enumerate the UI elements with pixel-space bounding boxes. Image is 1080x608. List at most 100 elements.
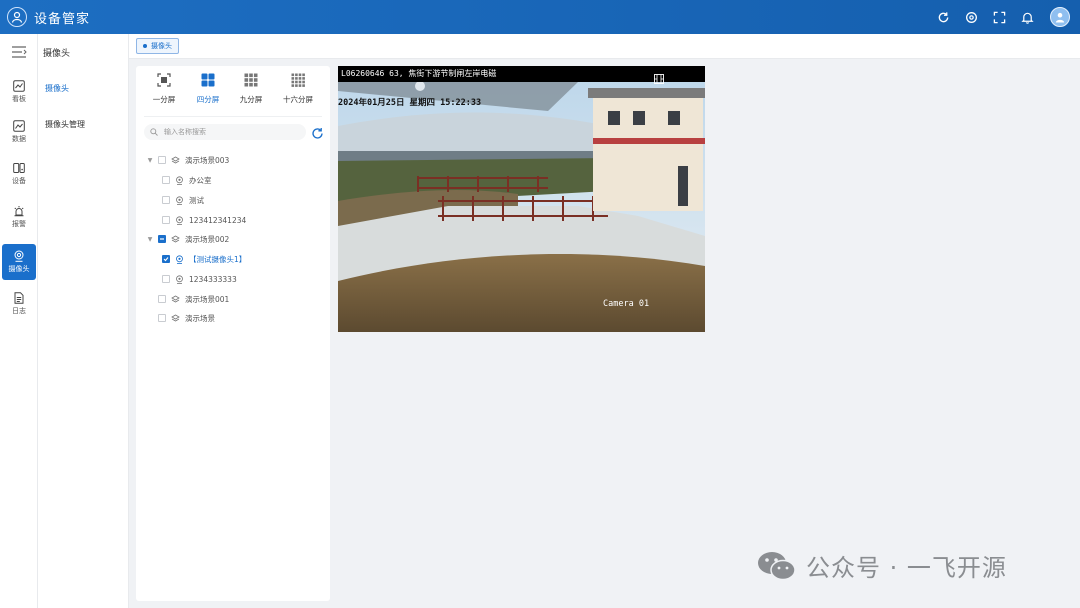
layout-four-button[interactable]: 四分屏 bbox=[186, 70, 230, 110]
tree-node-label: 测试 bbox=[189, 195, 204, 205]
expand-caret-icon[interactable]: ▼ bbox=[146, 157, 154, 164]
tree-checkbox[interactable] bbox=[162, 176, 170, 184]
layout-label: 十六分屏 bbox=[283, 95, 313, 104]
layout-nine-button[interactable]: 九分屏 bbox=[229, 70, 273, 110]
user-logo-icon bbox=[11, 11, 23, 23]
layout-label: 四分屏 bbox=[196, 95, 220, 104]
rail-item-label: 数据 bbox=[12, 135, 26, 143]
tree-node-label: 办公室 bbox=[189, 175, 212, 185]
tree-refresh-icon[interactable] bbox=[311, 125, 324, 139]
search-box bbox=[144, 124, 306, 140]
tab-active-dot bbox=[143, 44, 147, 48]
video-title: L06260646 63, 焦街下游节制闸左岸电磁 bbox=[341, 69, 497, 78]
scene-icon bbox=[171, 156, 180, 165]
camera-tree-panel: 一分屏 四分屏 九分屏 十六分屏 ▼ 演示场景003 办公室 bbox=[136, 66, 330, 601]
header-toolbar bbox=[934, 0, 1070, 34]
tree-checkbox[interactable] bbox=[162, 216, 170, 224]
tree-checkbox[interactable] bbox=[158, 295, 166, 303]
tree-node-camera-test-1[interactable]: 【测试摄像头1】 bbox=[158, 252, 246, 266]
tree-node-label: 1234333333 bbox=[189, 274, 237, 284]
alarm-icon bbox=[14, 206, 24, 217]
tree-checkbox[interactable] bbox=[158, 314, 166, 322]
tree-node-label: 演示场景003 bbox=[185, 155, 230, 165]
rail-item-data[interactable]: 数据 bbox=[2, 114, 36, 150]
tree-node-scene[interactable]: 演示场景 bbox=[154, 311, 215, 325]
tree-node-scene-002[interactable]: ▼ 演示场景002 bbox=[146, 232, 230, 246]
film-icon[interactable] bbox=[654, 69, 664, 84]
icon-rail: 看板 数据 设备 报警 摄像头 日志 bbox=[0, 34, 38, 608]
submenu-panel: 摄像头 摄像头 摄像头管理 bbox=[38, 34, 129, 608]
scene-icon bbox=[171, 295, 180, 304]
video-timestamp: 2024年01月25日 星期四 15:22:33 bbox=[338, 98, 482, 108]
submenu-item-camera[interactable]: 摄像头 bbox=[45, 83, 69, 94]
refresh-icon[interactable] bbox=[934, 8, 952, 26]
tree-node-scene-003[interactable]: ▼ 演示场景003 bbox=[146, 153, 230, 167]
tab-bar: 摄像头 bbox=[129, 34, 1080, 59]
four-screen-icon bbox=[201, 73, 215, 87]
layout-sixteen-button[interactable]: 十六分屏 bbox=[276, 70, 320, 110]
tree-checkbox-checked[interactable] bbox=[162, 255, 170, 263]
app-logo bbox=[7, 7, 27, 27]
settings-icon[interactable] bbox=[962, 8, 980, 26]
tab-label: 摄像头 bbox=[151, 42, 172, 50]
tree-node-label: 演示场景 bbox=[185, 313, 215, 323]
tree-node-camera-123412341234[interactable]: 123412341234 bbox=[158, 213, 246, 227]
bell-icon[interactable] bbox=[1018, 8, 1036, 26]
rail-item-camera[interactable]: 摄像头 bbox=[2, 244, 36, 280]
tree-node-camera-1234333333[interactable]: 1234333333 bbox=[158, 272, 237, 286]
log-icon bbox=[14, 292, 24, 304]
tree-node-label: 123412341234 bbox=[189, 215, 247, 225]
camera-icon bbox=[175, 274, 184, 284]
rail-item-label: 日志 bbox=[12, 307, 26, 315]
video-camera-label: Camera 01 bbox=[603, 299, 650, 309]
tree-checkbox-partial[interactable] bbox=[158, 235, 166, 243]
camera-icon bbox=[175, 195, 184, 205]
layout-single-button[interactable]: 一分屏 bbox=[142, 70, 186, 110]
wechat-watermark: 公众号 · 一飞开源 bbox=[756, 548, 1007, 583]
camera-icon bbox=[175, 175, 184, 185]
camera-icon bbox=[175, 215, 184, 225]
fullscreen-icon[interactable] bbox=[990, 8, 1008, 26]
tree-node-scene-001[interactable]: 演示场景001 bbox=[154, 292, 229, 306]
scene-icon bbox=[171, 235, 180, 244]
tree-checkbox[interactable] bbox=[158, 156, 166, 164]
rail-item-label: 看板 bbox=[12, 95, 26, 103]
single-screen-icon bbox=[157, 73, 171, 87]
checkmark-icon bbox=[163, 257, 169, 262]
search-icon bbox=[150, 128, 158, 136]
chart-line-icon bbox=[13, 80, 25, 92]
layout-label: 九分屏 bbox=[239, 95, 263, 104]
tree-node-label: 【测试摄像头1】 bbox=[189, 254, 247, 264]
device-icon bbox=[13, 163, 25, 173]
tree-node-label: 演示场景002 bbox=[185, 234, 230, 244]
rail-item-alarm[interactable]: 报警 bbox=[2, 199, 36, 235]
camera-icon bbox=[14, 250, 24, 262]
user-avatar[interactable] bbox=[1050, 7, 1070, 27]
rail-item-label: 报警 bbox=[12, 220, 26, 228]
app-header: 设备管家 bbox=[0, 0, 1080, 34]
layout-selector: 一分屏 四分屏 九分屏 十六分屏 bbox=[136, 70, 330, 110]
expand-caret-icon[interactable]: ▼ bbox=[146, 236, 154, 243]
nine-screen-icon bbox=[244, 73, 258, 87]
tree-node-camera-office[interactable]: 办公室 bbox=[158, 173, 212, 187]
wechat-icon bbox=[756, 551, 798, 581]
video-player-tile[interactable]: L06260646 63, 焦街下游节制闸左岸电磁 2024年01月25日 星期… bbox=[338, 66, 705, 332]
tree-node-camera-test[interactable]: 测试 bbox=[158, 193, 204, 207]
tree-checkbox[interactable] bbox=[162, 196, 170, 204]
camera-icon bbox=[175, 254, 184, 264]
scene-icon bbox=[171, 314, 180, 323]
tree-checkbox[interactable] bbox=[162, 275, 170, 283]
submenu-title: 摄像头 bbox=[43, 49, 71, 59]
app-title: 设备管家 bbox=[34, 11, 91, 27]
menu-collapse-icon[interactable] bbox=[0, 34, 37, 70]
layout-label: 一分屏 bbox=[152, 95, 176, 104]
rail-item-log[interactable]: 日志 bbox=[2, 286, 36, 322]
search-input[interactable] bbox=[164, 128, 304, 136]
submenu-item-camera-management[interactable]: 摄像头管理 bbox=[45, 119, 85, 130]
rail-item-dashboard[interactable]: 看板 bbox=[2, 74, 36, 110]
tab-camera[interactable]: 摄像头 bbox=[136, 38, 179, 54]
rail-item-label: 设备 bbox=[12, 177, 26, 185]
rail-item-device[interactable]: 设备 bbox=[2, 156, 36, 192]
panel-divider bbox=[144, 116, 322, 117]
rail-item-label: 摄像头 bbox=[8, 265, 30, 273]
